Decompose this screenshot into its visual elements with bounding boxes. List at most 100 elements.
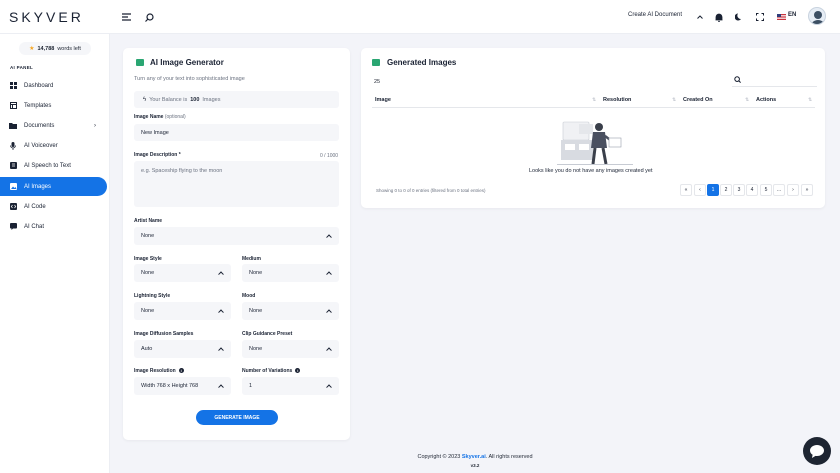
user-avatar[interactable] — [808, 7, 826, 25]
medium-select[interactable]: None — [242, 264, 339, 282]
top-bar: SKYVER Create AI Document EN — [0, 0, 840, 34]
artist-select[interactable]: None — [134, 227, 339, 245]
balance-box: ϟ Your Balance is 100 Images — [134, 91, 339, 108]
lighting-style-label: Lightning Style — [134, 293, 171, 299]
mood-select[interactable]: None — [242, 302, 339, 320]
generator-subtitle: Turn any of your text into sophisticated… — [134, 76, 245, 82]
sidebar-item-label: Templates — [24, 102, 52, 109]
page-size-select[interactable]: 25 — [374, 79, 380, 85]
diffusion-samples-select[interactable]: Auto — [134, 340, 231, 358]
diffusion-samples-label: Image Diffusion Samples — [134, 331, 194, 337]
resolution-select[interactable]: Width 768 x Height 768 — [134, 377, 231, 395]
pagination-first[interactable]: « — [680, 184, 692, 196]
column-header-created-on[interactable]: Created On — [683, 97, 713, 103]
sidebar-item-label: AI Chat — [24, 223, 45, 230]
sidebar-item-ai-images[interactable]: AI Images — [0, 177, 107, 196]
sidebar-item-ai-code[interactable]: AI Code — [0, 197, 107, 216]
us-flag-icon[interactable] — [776, 11, 786, 23]
variations-label: Number of Variations i — [242, 368, 301, 374]
pagination-last[interactable]: » — [801, 184, 813, 196]
star-icon: ★ — [29, 46, 35, 52]
credits-label: words left — [57, 45, 81, 52]
image-name-label: Image Name (optional) — [134, 114, 186, 120]
credits-count: 14,788 — [37, 45, 55, 52]
language-selector[interactable]: EN — [788, 12, 796, 18]
lightning-icon: ϟ — [143, 96, 147, 103]
pagination-page-4[interactable]: 4 — [746, 184, 758, 196]
optional-hint: (optional) — [164, 114, 186, 120]
sidebar-item-dashboard[interactable]: Dashboard — [0, 76, 107, 95]
footer-brand-link[interactable]: Skyver.ai — [462, 454, 486, 460]
sidebar-item-speech-to-text[interactable]: AI Speech to Text — [0, 156, 107, 175]
chevron-up-icon[interactable] — [694, 11, 706, 23]
search-icon[interactable] — [143, 11, 155, 23]
resolution-label: Image Resolution i — [134, 368, 184, 374]
balance-label: Your Balance is — [149, 96, 188, 103]
pagination-page-1[interactable]: 1 — [707, 184, 719, 196]
pagination-page-2[interactable]: 2 — [720, 184, 732, 196]
sort-icon[interactable]: ⇅ — [592, 97, 596, 103]
sort-icon[interactable]: ⇅ — [672, 97, 676, 103]
clip-guidance-select[interactable]: None — [242, 340, 339, 358]
lighting-style-select[interactable]: None — [134, 302, 231, 320]
column-header-image[interactable]: Image — [375, 97, 391, 103]
sort-icon[interactable]: ⇅ — [745, 97, 749, 103]
resolution-label-text: Image Resolution — [134, 368, 176, 374]
template-icon — [9, 102, 17, 110]
chat-widget-button[interactable] — [803, 437, 831, 465]
info-icon[interactable]: i — [178, 368, 184, 374]
chevron-right-icon: › — [94, 122, 96, 129]
sort-icon[interactable]: ⇅ — [808, 97, 812, 103]
microphone-icon — [9, 141, 17, 150]
empty-state-text: Looks like you do not have any images cr… — [529, 168, 653, 174]
image-style-select[interactable]: None — [134, 264, 231, 282]
credits-badge: ★ 14,788 words left — [19, 42, 91, 55]
image-name-input[interactable]: New Image — [134, 124, 339, 141]
table-search-input[interactable] — [732, 74, 817, 87]
generated-title: Generated Images — [387, 58, 457, 67]
pagination-prev[interactable]: ‹ — [694, 184, 706, 196]
info-icon[interactable]: i — [295, 368, 301, 374]
sidebar-item-ai-chat[interactable]: AI Chat — [0, 217, 107, 236]
empty-state-illustration — [557, 118, 633, 166]
hamburger-menu-icon[interactable] — [120, 11, 132, 23]
sidebar-item-voiceover[interactable]: AI Voiceover — [0, 136, 107, 155]
grid-icon — [9, 82, 17, 90]
pagination-page-5[interactable]: 5 — [760, 184, 772, 196]
sidebar-item-templates[interactable]: Templates — [0, 96, 107, 115]
image-icon — [9, 183, 17, 191]
medium-label: Medium — [242, 256, 261, 262]
generate-image-button[interactable]: GENERATE IMAGE — [196, 410, 278, 425]
sidebar-item-label: AI Code — [24, 203, 46, 210]
sidebar-item-label: AI Images — [24, 183, 52, 190]
fullscreen-icon[interactable] — [754, 11, 766, 23]
column-header-resolution[interactable]: Resolution — [603, 97, 631, 103]
sidebar-item-label: AI Voiceover — [24, 142, 58, 149]
copyright-suffix: . All rights reserved — [485, 454, 533, 460]
app-logo[interactable]: SKYVER — [9, 9, 84, 25]
table-info: Showing 0 to 0 of 0 entries (filtered fr… — [376, 188, 486, 193]
chat-bubble-icon — [810, 444, 824, 458]
gallery-icon — [372, 59, 380, 66]
footer-copyright: Copyright © 2023 Skyver.ai. All rights r… — [110, 454, 840, 460]
pagination-ellipsis: … — [773, 184, 785, 196]
sidebar-item-label: AI Speech to Text — [24, 162, 71, 169]
speech-icon — [9, 162, 17, 170]
create-document-dropdown[interactable]: Create AI Document — [628, 12, 682, 18]
image-generator-icon — [136, 59, 144, 66]
search-icon — [734, 76, 741, 85]
moon-icon[interactable] — [733, 11, 745, 23]
image-style-label: Image Style — [134, 256, 162, 262]
sidebar-item-label: Dashboard — [24, 82, 54, 89]
variations-select[interactable]: 1 — [242, 377, 339, 395]
pagination-page-3[interactable]: 3 — [733, 184, 745, 196]
pagination-next[interactable]: › — [787, 184, 799, 196]
description-textarea[interactable]: e.g. Spaceship flying to the moon — [134, 161, 339, 207]
column-header-actions[interactable]: Actions — [756, 97, 776, 103]
balance-unit: Images — [202, 96, 221, 103]
description-label: Image Description * — [134, 152, 181, 158]
code-icon — [9, 203, 17, 211]
bell-icon[interactable] — [713, 11, 725, 23]
folder-icon — [9, 122, 17, 130]
sidebar-item-documents[interactable]: Documents › — [0, 116, 107, 135]
